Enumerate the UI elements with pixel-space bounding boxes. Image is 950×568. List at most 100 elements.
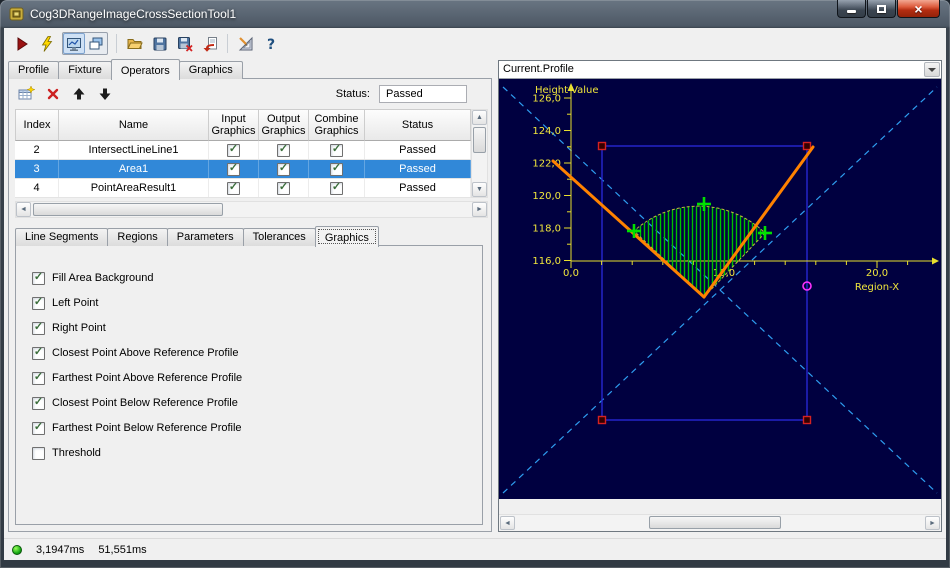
input-graphics-checkbox[interactable]: ✓ <box>227 162 240 176</box>
save-button[interactable] <box>148 32 171 55</box>
scroll-left-button[interactable]: ◄ <box>16 202 31 217</box>
option-farthest-point-above[interactable]: ✓ Farthest Point Above Reference Profile <box>32 370 242 386</box>
run-button[interactable] <box>10 32 33 55</box>
tab-fixture[interactable]: Fixture <box>58 61 112 79</box>
table-header: Index Name Input Graphics Output Graphic… <box>15 109 471 141</box>
farthest-above-checkbox[interactable]: ✓ <box>32 371 45 385</box>
scroll-thumb[interactable] <box>473 127 486 153</box>
display-toggle-group <box>62 32 108 55</box>
profile-plot: Height-Value 126,0 124,0 122,0 120,0 118… <box>499 79 941 499</box>
app-window: Cog3DRangeImageCrossSectionTool1 × ? Pro… <box>0 0 950 568</box>
corner-handle[interactable] <box>597 141 607 151</box>
x-tick-label: 20,0 <box>866 268 888 279</box>
tab-parameters[interactable]: Parameters <box>166 228 244 246</box>
combobox-dropdown-button[interactable] <box>924 62 940 77</box>
check-icon: ✓ <box>228 181 239 193</box>
fill-area-background-checkbox[interactable]: ✓ <box>32 271 45 285</box>
scroll-left-button[interactable]: ◄ <box>500 516 515 530</box>
option-threshold[interactable]: ✓ Threshold <box>32 445 101 461</box>
right-point-checkbox[interactable]: ✓ <box>32 321 45 335</box>
scroll-up-button[interactable]: ▲ <box>472 110 487 125</box>
open-button[interactable] <box>123 32 146 55</box>
output-graphics-checkbox[interactable]: ✓ <box>277 181 290 195</box>
add-operator-button[interactable] <box>15 83 38 106</box>
tab-line-segments[interactable]: Line Segments <box>15 228 109 246</box>
tab-label: Parameters <box>176 231 234 243</box>
profile-plot-canvas[interactable]: Height-Value 126,0 124,0 122,0 120,0 118… <box>499 79 941 516</box>
cell-status: Passed <box>365 160 471 178</box>
threshold-checkbox[interactable]: ✓ <box>32 446 45 460</box>
display-mode-toggle[interactable] <box>63 33 85 54</box>
add-operator-icon <box>18 86 35 100</box>
option-farthest-point-below[interactable]: ✓ Farthest Point Below Reference Profile <box>32 420 242 436</box>
move-up-button[interactable] <box>67 83 90 106</box>
maximize-button[interactable] <box>867 0 896 18</box>
close-button[interactable]: × <box>897 0 940 18</box>
option-fill-area-background[interactable]: ✓ Fill Area Background <box>32 270 154 286</box>
combine-graphics-checkbox[interactable]: ✓ <box>330 143 343 157</box>
save-as-button[interactable] <box>173 32 196 55</box>
column-header-output-graphics[interactable]: Output Graphics <box>259 109 309 141</box>
minimize-button[interactable] <box>837 0 866 18</box>
auto-run-button[interactable] <box>35 32 58 55</box>
corner-handle[interactable] <box>802 415 812 425</box>
tab-profile[interactable]: Profile <box>8 61 60 79</box>
y-tick-label: 120,0 <box>532 191 561 202</box>
main-toolbar: ? <box>10 30 282 57</box>
table-horizontal-scrollbar[interactable]: ◄ ► <box>15 201 488 218</box>
tab-label: Line Segments <box>25 231 99 243</box>
move-down-button[interactable] <box>93 83 116 106</box>
input-graphics-checkbox[interactable]: ✓ <box>227 181 240 195</box>
scroll-thumb[interactable] <box>649 516 781 529</box>
column-header-combine-graphics[interactable]: Combine Graphics <box>309 109 365 141</box>
tab-label: Fixture <box>68 64 102 76</box>
delete-operator-button[interactable] <box>41 83 64 106</box>
check-icon: ✓ <box>33 271 44 283</box>
option-left-point[interactable]: ✓ Left Point <box>32 295 98 311</box>
column-header-name[interactable]: Name <box>59 109 209 141</box>
closest-below-checkbox[interactable]: ✓ <box>32 396 45 410</box>
tab-graphics-options[interactable]: Graphics <box>314 226 379 247</box>
column-header-status[interactable]: Status <box>365 109 471 141</box>
farthest-below-checkbox[interactable]: ✓ <box>32 421 45 435</box>
input-graphics-checkbox[interactable]: ✓ <box>227 143 240 157</box>
closest-above-checkbox[interactable]: ✓ <box>32 346 45 360</box>
operator-row[interactable]: 2 IntersectLineLine1 ✓ ✓ ✓ Passed <box>15 141 471 160</box>
output-graphics-checkbox[interactable]: ✓ <box>277 143 290 157</box>
option-label: Fill Area Background <box>52 272 154 284</box>
operator-row[interactable]: 3 Area1 ✓ ✓ ✓ Passed <box>15 160 471 179</box>
tab-label: Regions <box>117 231 158 243</box>
scroll-right-button[interactable]: ► <box>472 202 487 217</box>
scroll-down-button[interactable]: ▼ <box>472 182 487 197</box>
operator-row[interactable]: 4 PointAreaResult1 ✓ ✓ ✓ Passed <box>15 179 471 198</box>
corner-handle[interactable] <box>597 415 607 425</box>
measure-button[interactable] <box>234 32 257 55</box>
profile-selector-combobox[interactable]: Current.Profile <box>499 61 941 79</box>
output-graphics-checkbox[interactable]: ✓ <box>277 162 290 176</box>
column-header-input-graphics[interactable]: Input Graphics <box>209 109 259 141</box>
arrow-up-icon <box>73 88 84 100</box>
option-right-point[interactable]: ✓ Right Point <box>32 320 106 336</box>
float-display-button[interactable] <box>85 33 107 54</box>
scroll-thumb[interactable] <box>33 203 223 216</box>
cell-name: PointAreaResult1 <box>59 179 209 197</box>
plot-horizontal-scrollbar[interactable]: ◄ ► <box>499 514 941 531</box>
left-point-checkbox[interactable]: ✓ <box>32 296 45 310</box>
client-area: ? Profile Fixture Operators Graphics Sta… <box>4 28 946 560</box>
tab-graphics[interactable]: Graphics <box>178 61 243 79</box>
help-button[interactable]: ? <box>259 32 282 55</box>
import-button[interactable] <box>198 32 221 55</box>
scroll-right-button[interactable]: ► <box>925 516 940 530</box>
column-header-index[interactable]: Index <box>15 109 59 141</box>
option-closest-point-below[interactable]: ✓ Closest Point Below Reference Profile <box>32 395 238 411</box>
cell-index: 2 <box>15 141 59 159</box>
tab-operators[interactable]: Operators <box>110 59 180 80</box>
table-vertical-scrollbar[interactable]: ▲ ▼ <box>471 109 488 198</box>
tab-regions[interactable]: Regions <box>107 228 168 246</box>
combine-graphics-checkbox[interactable]: ✓ <box>330 181 343 195</box>
tab-tolerances[interactable]: Tolerances <box>242 228 316 246</box>
option-closest-point-above[interactable]: ✓ Closest Point Above Reference Profile <box>32 345 239 361</box>
corner-handle[interactable] <box>802 141 812 151</box>
check-icon: ✓ <box>33 321 44 333</box>
combine-graphics-checkbox[interactable]: ✓ <box>330 162 343 176</box>
